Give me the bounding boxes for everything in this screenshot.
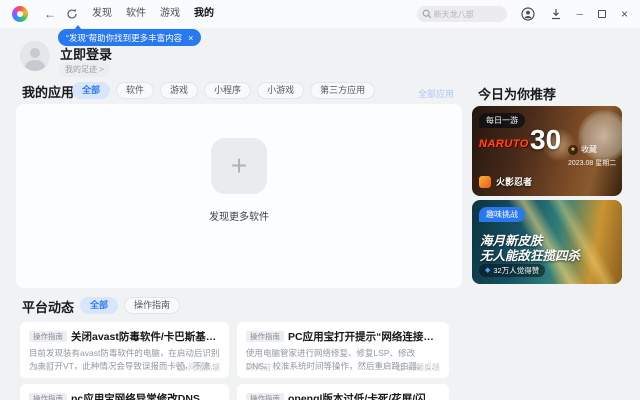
game-app-icon	[479, 175, 491, 188]
article-badge: 操作指南	[29, 330, 67, 343]
challenge-card[interactable]: 趣味挑战 海月新皮肤 无人能敌狂揽四杀 ◆ 32万人觉得赞	[472, 200, 622, 284]
feedback-icon	[397, 364, 405, 371]
feedback-link[interactable]: 问题反馈	[397, 362, 440, 373]
collect-label: 收藏	[581, 145, 597, 154]
account-icon[interactable]	[520, 7, 535, 21]
article-card[interactable]: 操作指南 PC应用宝打开提示“网络连接错误” 使用电脑管家进行网络修复、修复LS…	[237, 322, 449, 378]
footprint-pill[interactable]: 我的足迹 >	[59, 62, 110, 77]
article-time: 26天前	[29, 363, 54, 372]
article-card[interactable]: 操作指南 pc应用宝网络异常修改DNS教程	[20, 384, 229, 400]
my-apps-card: + 发现更多软件	[16, 104, 462, 288]
tab-software[interactable]: 软件	[116, 82, 155, 99]
tooltip-text: “发现”帮助你找到更多丰富内容	[66, 32, 183, 43]
add-software-button[interactable]: +	[211, 138, 267, 194]
game-app-row[interactable]: 火影忍者	[479, 175, 532, 188]
nav-item-mine[interactable]: 我的	[194, 0, 214, 28]
feedback-icon	[177, 364, 185, 371]
plus-icon: +	[230, 150, 248, 181]
article-title: 关闭avast防毒软件/卡巴斯基减少卡顿现象	[71, 331, 220, 343]
challenge-line2: 无人能敌狂揽四杀	[480, 249, 581, 263]
avatar-person-icon	[30, 48, 40, 58]
search-box[interactable]	[416, 6, 507, 22]
add-software-label: 发现更多软件	[209, 212, 269, 223]
tab-third-party[interactable]: 第三方应用	[310, 82, 376, 99]
article-card[interactable]: 操作指南 opengl版本过低/卡死/花屏/闪退，升级显卡驱动…	[237, 384, 449, 400]
maximize-icon[interactable]	[597, 10, 606, 18]
game-app-name: 火影忍者	[496, 177, 533, 187]
platform-feed-tabs: 全部 操作指南	[80, 297, 181, 314]
article-badge: 操作指南	[246, 330, 284, 343]
daily-game-card[interactable]: 每日一游 NARUTO 30 ★ 收藏 2023.08 星期二 火影忍者	[472, 106, 622, 196]
my-apps-title: 我的应用	[22, 85, 75, 100]
tab-all[interactable]: 全部	[72, 82, 111, 99]
nav-item-software[interactable]: 软件	[126, 0, 146, 28]
recommend-title: 今日为你推荐	[478, 87, 557, 102]
avatar[interactable]	[20, 41, 50, 71]
article-badge: 操作指南	[246, 392, 284, 400]
collect-star-icon: ★	[568, 144, 578, 155]
app-logo-icon	[12, 6, 28, 22]
my-apps-tabs: 全部 软件 游戏 小程序 小游戏 第三方应用	[72, 82, 376, 99]
diamond-icon: ◆	[485, 267, 491, 274]
close-icon[interactable]: ×	[621, 7, 628, 21]
minimize-icon[interactable]: ─	[577, 9, 583, 19]
download-icon[interactable]	[550, 8, 562, 20]
feedback-link[interactable]: 问题反馈	[177, 362, 220, 373]
feed-tab-guide[interactable]: 操作指南	[124, 297, 181, 314]
challenge-badge: 趣味挑战	[479, 207, 525, 222]
calendar-day: 30	[530, 124, 562, 155]
daily-game-badge: 每日一游	[479, 113, 525, 128]
titlebar: ← 发现 软件 游戏 我的 ─ ×	[0, 0, 640, 28]
search-input[interactable]	[433, 6, 504, 22]
article-card[interactable]: 操作指南 关闭avast防毒软件/卡巴斯基减少卡顿现象 目前发现装有avast防…	[20, 322, 229, 378]
tab-mini-programs[interactable]: 小程序	[204, 82, 252, 99]
app-window: ← 发现 软件 游戏 我的 ─ × “发现”帮助你找到更多丰富内容 ×	[0, 0, 640, 400]
back-icon[interactable]: ←	[44, 8, 56, 20]
nav-item-games[interactable]: 游戏	[160, 0, 180, 28]
tooltip-close-icon[interactable]: ×	[188, 33, 193, 43]
tab-mini-games[interactable]: 小游戏	[257, 82, 305, 99]
discover-tooltip: “发现”帮助你找到更多丰富内容 ×	[58, 29, 202, 46]
feed-tab-all[interactable]: 全部	[80, 297, 119, 314]
praise-stat-pill: ◆ 32万人觉得赞	[479, 264, 546, 277]
nav-item-discover[interactable]: 发现	[92, 0, 112, 28]
article-title: opengl版本过低/卡死/花屏/闪退，升级显卡驱动…	[288, 393, 440, 400]
platform-feed-title: 平台动态	[22, 300, 75, 315]
collect-button[interactable]: ★ 收藏	[568, 144, 597, 155]
article-badge: 操作指南	[29, 392, 67, 400]
naruto-logo: NARUTO	[479, 138, 529, 150]
all-apps-link[interactable]: 全部应用	[418, 87, 454, 100]
tab-games[interactable]: 游戏	[160, 82, 199, 99]
praise-stat-text: 32万人觉得赞	[493, 266, 540, 275]
article-title: PC应用宝打开提示“网络连接错误”	[288, 331, 440, 343]
article-time: 29天前	[246, 363, 271, 372]
refresh-icon[interactable]	[66, 8, 78, 20]
search-icon	[422, 9, 431, 19]
top-nav: 发现 软件 游戏 我的	[92, 0, 214, 28]
login-button[interactable]: 立即登录	[60, 44, 112, 63]
window-controls: ─ ×	[520, 7, 628, 21]
calendar-date: 2023.08 星期二	[568, 160, 617, 167]
article-title: pc应用宝网络异常修改DNS教程	[71, 393, 220, 400]
